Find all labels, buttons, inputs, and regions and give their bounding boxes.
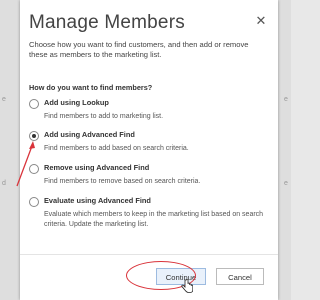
find-members-question: How do you want to find members?	[29, 83, 153, 92]
dialog-subtitle: Choose how you want to find customers, a…	[29, 40, 249, 59]
close-icon[interactable]: ✕	[254, 14, 268, 28]
manage-members-dialog: Manage Members ✕ Choose how you want to …	[20, 0, 278, 300]
evaluate-advanced-find-radio[interactable]	[29, 197, 39, 207]
option-label: Evaluate using Advanced Find	[44, 196, 151, 205]
footer-divider	[20, 254, 278, 255]
remove-advanced-find-radio[interactable]	[29, 164, 39, 174]
background-text: e	[284, 96, 288, 103]
dialog-title: Manage Members	[29, 12, 185, 33]
option-description: Find members to add to marketing list.	[44, 113, 164, 120]
background-text: d	[2, 180, 6, 187]
background-text: e	[284, 180, 288, 187]
cancel-button[interactable]: Cancel	[216, 268, 264, 285]
option-description: Find members to add based on search crit…	[44, 145, 189, 152]
background-text: e	[2, 96, 6, 103]
add-advanced-find-radio[interactable]	[29, 131, 39, 141]
hand-cursor-icon	[181, 279, 193, 293]
option-description: Evaluate which members to keep in the ma…	[44, 211, 264, 228]
option-label: Add using Lookup	[44, 98, 109, 107]
option-label: Remove using Advanced Find	[44, 163, 150, 172]
add-lookup-radio[interactable]	[29, 99, 39, 109]
option-description: Find members to remove based on search c…	[44, 178, 201, 185]
option-label: Add using Advanced Find	[44, 130, 135, 139]
